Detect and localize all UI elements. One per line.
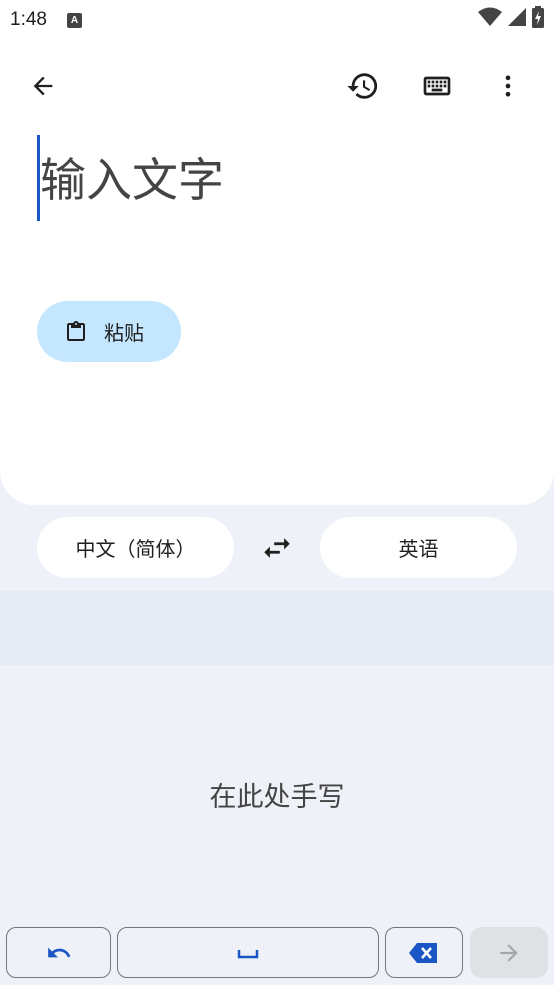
more-vert-icon[interactable] (484, 62, 532, 110)
next-button[interactable] (470, 927, 548, 978)
handwriting-suggestion-strip (0, 591, 554, 665)
undo-icon (47, 947, 70, 957)
input-card: 粘贴 (0, 40, 554, 505)
paste-button[interactable]: 粘贴 (37, 301, 181, 362)
app-notification-icon: A (66, 12, 82, 28)
space-button[interactable] (117, 927, 379, 978)
keyboard-icon[interactable] (413, 62, 461, 110)
status-indicators (478, 6, 544, 28)
source-language-label: 中文（简体） (75, 537, 196, 561)
status-time: 1:48 (10, 9, 47, 30)
history-icon[interactable] (339, 62, 387, 110)
target-language-label: 英语 (398, 537, 439, 561)
paste-label: 粘贴 (104, 321, 144, 345)
backspace-button[interactable] (385, 927, 463, 978)
arrow-forward-icon (500, 943, 518, 962)
wifi-icon (478, 7, 502, 26)
backspace-icon (409, 942, 437, 963)
clipboard-icon (67, 320, 85, 341)
undo-button[interactable] (6, 927, 111, 978)
battery-icon (532, 6, 544, 28)
handwriting-hint: 在此处手写 (209, 782, 345, 813)
status-bar: 1:48 A (0, 0, 554, 40)
source-language-button[interactable]: 中文（简体） (37, 517, 234, 578)
source-text-input[interactable] (40, 140, 520, 220)
space-icon (237, 949, 259, 958)
swap-icon[interactable] (253, 524, 301, 572)
arrow-back-icon[interactable] (19, 62, 67, 110)
signal-icon (508, 8, 526, 26)
target-language-button[interactable]: 英语 (320, 517, 517, 578)
